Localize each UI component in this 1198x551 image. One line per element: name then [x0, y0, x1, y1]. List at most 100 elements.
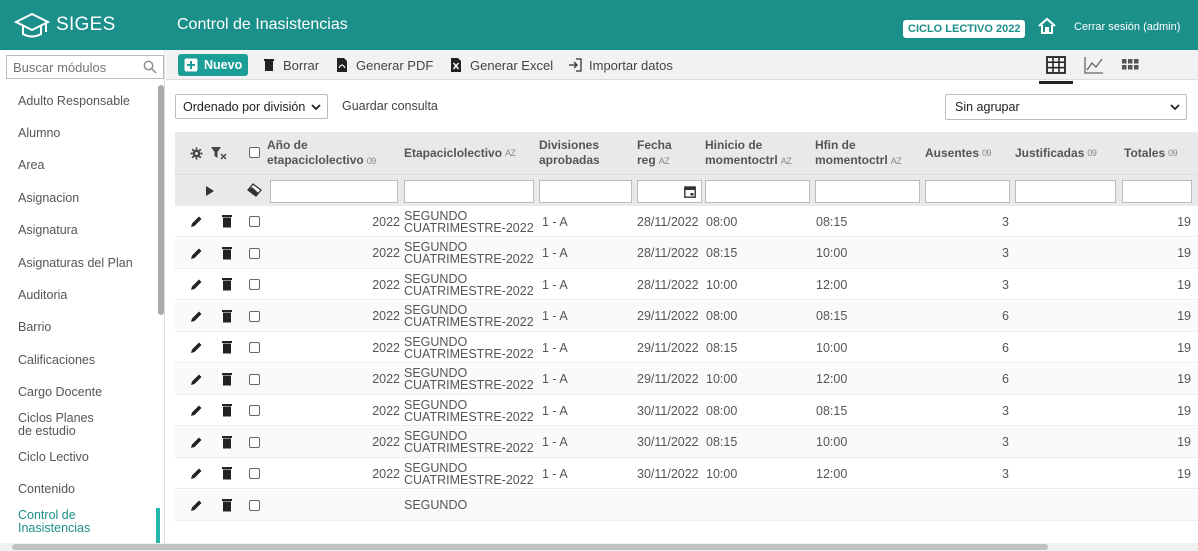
row-checkbox[interactable]: [249, 247, 260, 259]
gear-icon[interactable]: [190, 147, 203, 160]
sidebar-item-ciclo-lectivo[interactable]: Ciclo Lectivo: [0, 441, 158, 473]
sidebar-item-ciclos-planes[interactable]: Ciclos Planes de estudio: [0, 409, 110, 441]
table-row[interactable]: 2022 SEGUNDO CUATRIMESTRE-2022 1 - A 30/11/2…: [175, 395, 1198, 426]
filter-hfin-input[interactable]: [815, 180, 920, 203]
row-checkbox[interactable]: [249, 310, 260, 322]
trash-icon[interactable]: [222, 277, 232, 291]
chart-view-icon[interactable]: [1083, 55, 1105, 75]
trash-icon[interactable]: [222, 214, 232, 228]
filter-ausentes-input[interactable]: [925, 180, 1010, 203]
table-row[interactable]: 2022 SEGUNDO CUATRIMESTRE-2022 1 - A 29/11/2…: [175, 300, 1198, 332]
table-row[interactable]: 2022 SEGUNDO CUATRIMESTRE-2022 1 - A 28/11/2…: [175, 206, 1198, 237]
sidebar-item-control-inasistencias[interactable]: Control de Inasistencias: [0, 506, 110, 538]
sidebar-item-contenido[interactable]: Contenido: [0, 474, 158, 506]
cell-totales: 19: [1177, 277, 1191, 292]
edit-pencil-icon[interactable]: [190, 247, 203, 260]
edit-pencil-icon[interactable]: [190, 373, 203, 386]
edit-pencil-icon[interactable]: [190, 467, 203, 480]
ciclo-lectivo-badge[interactable]: CICLO LECTIVO 2022: [903, 20, 1026, 38]
search-icon[interactable]: [143, 60, 157, 74]
trash-icon[interactable]: [222, 435, 232, 449]
row-checkbox[interactable]: [249, 373, 260, 385]
trash-icon[interactable]: [222, 309, 232, 323]
table-row[interactable]: SEGUNDO: [175, 489, 1198, 521]
filter-etapa-input[interactable]: [404, 180, 534, 203]
sidebar-item-auditoria[interactable]: Auditoria: [0, 279, 158, 311]
edit-pencil-icon[interactable]: [190, 436, 203, 449]
edit-pencil-icon[interactable]: [190, 215, 203, 228]
sidebar-item-area[interactable]: Area: [0, 150, 158, 182]
sort-numeric-icon: 09: [982, 147, 992, 158]
filter-divisiones-input[interactable]: [539, 180, 632, 203]
group-by-select[interactable]: Sin agrupar: [945, 94, 1187, 120]
col-etapa-header[interactable]: Etapaciclolectivo AZ: [404, 132, 516, 174]
row-checkbox[interactable]: [249, 405, 260, 416]
horizontal-scrollbar-thumb[interactable]: [12, 544, 1048, 550]
trash-icon[interactable]: [222, 340, 232, 354]
sidebar-item-barrio[interactable]: Barrio: [0, 312, 158, 344]
generate-excel-button[interactable]: Generar Excel: [449, 54, 553, 76]
delete-button[interactable]: Borrar: [262, 54, 319, 76]
sidebar-item-asignaturas-del-plan[interactable]: Asignaturas del Plan: [0, 247, 158, 279]
sidebar-item-alumno[interactable]: Alumno: [0, 117, 158, 149]
horizontal-scrollbar[interactable]: [0, 543, 1198, 551]
row-checkbox[interactable]: [249, 342, 260, 353]
sidebar-item-adulto-responsable[interactable]: Adulto Responsable: [0, 85, 158, 117]
generate-pdf-button[interactable]: Generar PDF: [335, 54, 433, 76]
sidebar-scrollbar[interactable]: [158, 85, 164, 315]
trash-icon[interactable]: [222, 403, 232, 417]
filter-fecha-input[interactable]: [637, 180, 702, 203]
row-checkbox[interactable]: [249, 216, 260, 227]
edit-pencil-icon[interactable]: [190, 341, 203, 354]
table-row[interactable]: 2022 SEGUNDO CUATRIMESTRE-2022 1 - A 30/11/2…: [175, 426, 1198, 458]
filter-totales-input[interactable]: [1122, 180, 1192, 203]
col-ausentes-header[interactable]: Ausentes 09: [925, 132, 992, 174]
sidebar-item-cargo-docente[interactable]: Cargo Docente: [0, 377, 158, 409]
clear-filter-icon[interactable]: [211, 146, 227, 161]
edit-pencil-icon[interactable]: [190, 278, 203, 291]
col-anio-header[interactable]: Año de etapaciclolectivo 09: [267, 132, 376, 174]
trash-icon[interactable]: [222, 246, 232, 260]
table-view-icon[interactable]: [1045, 55, 1067, 75]
edit-pencil-icon[interactable]: [190, 499, 203, 512]
row-checkbox[interactable]: [249, 279, 260, 290]
table-row[interactable]: 2022 SEGUNDO CUATRIMESTRE-2022 1 - A 30/11/2…: [175, 458, 1198, 489]
table-row[interactable]: 2022 SEGUNDO CUATRIMESTRE-2022 1 - A 29/11/2…: [175, 332, 1198, 363]
filter-hinicio-input[interactable]: [705, 180, 810, 203]
calendar-icon[interactable]: [684, 185, 696, 198]
eraser-icon[interactable]: [247, 183, 263, 197]
row-checkbox[interactable]: [249, 468, 260, 479]
play-icon[interactable]: [206, 186, 214, 196]
table-row[interactable]: 2022 SEGUNDO CUATRIMESTRE-2022 1 - A 28/11/2…: [175, 237, 1198, 269]
app-logo[interactable]: SIGES: [0, 0, 165, 50]
col-totales-header[interactable]: Totales 09: [1124, 132, 1178, 174]
select-all-checkbox[interactable]: [249, 147, 260, 158]
col-justificadas-header[interactable]: Justificadas 09: [1015, 132, 1097, 174]
cards-view-icon[interactable]: [1119, 55, 1141, 75]
col-divisiones-header[interactable]: Divisiones aprobadas ↑: [539, 132, 607, 174]
trash-icon[interactable]: [222, 498, 232, 512]
table-row[interactable]: 2022 SEGUNDO CUATRIMESTRE-2022 1 - A 29/11/2…: [175, 363, 1198, 395]
row-checkbox[interactable]: [249, 499, 260, 511]
filter-anio-input[interactable]: [270, 180, 398, 203]
save-query-button[interactable]: Guardar consulta: [342, 94, 438, 119]
import-data-button[interactable]: Importar datos: [568, 54, 673, 76]
sidebar-item-asignacion[interactable]: Asignacion: [0, 182, 158, 214]
module-search-input[interactable]: [7, 56, 137, 78]
new-button[interactable]: Nuevo: [178, 54, 249, 76]
edit-pencil-icon[interactable]: [190, 310, 203, 323]
home-icon[interactable]: [1036, 15, 1058, 37]
trash-icon[interactable]: [222, 466, 232, 480]
logout-link[interactable]: Cerrar sesión (admin): [1074, 0, 1180, 50]
row-checkbox[interactable]: [249, 436, 260, 448]
col-hfin-header[interactable]: Hfin de momentoctrl AZ: [815, 132, 902, 174]
trash-icon[interactable]: [222, 372, 232, 386]
col-hinicio-header[interactable]: Hinicio de momentoctrl AZ: [705, 132, 792, 174]
sidebar-item-asignatura[interactable]: Asignatura: [0, 215, 158, 247]
table-row[interactable]: 2022 SEGUNDO CUATRIMESTRE-2022 1 - A 28/11/2…: [175, 269, 1198, 300]
filter-justificadas-input[interactable]: [1015, 180, 1116, 203]
sidebar-item-calificaciones[interactable]: Calificaciones: [0, 344, 158, 376]
sort-select[interactable]: Ordenado por división: [175, 94, 328, 119]
edit-pencil-icon[interactable]: [190, 404, 203, 417]
col-fecha-header[interactable]: Fecha reg AZ: [637, 132, 672, 174]
